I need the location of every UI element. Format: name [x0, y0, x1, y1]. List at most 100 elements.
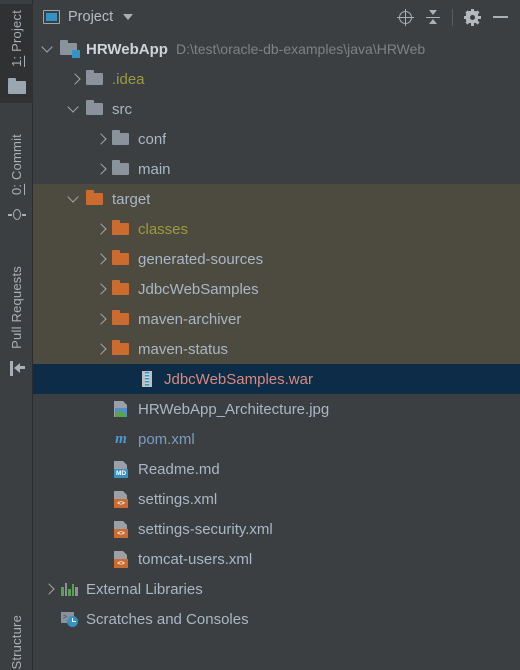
expand-toggle-right-icon[interactable]	[91, 214, 111, 244]
expand-toggle-right-icon[interactable]	[91, 154, 111, 184]
tree-row-label: settings-security.xml	[138, 520, 273, 538]
tree-row[interactable]: m pom.xml	[33, 424, 520, 454]
tree-row[interactable]: <> tomcat-users.xml	[33, 544, 520, 574]
minus-icon	[492, 16, 508, 18]
folder-orange-icon	[111, 219, 131, 239]
expand-toggle-right-icon[interactable]	[39, 574, 59, 604]
stripe-tab-commit[interactable]: 0: Commit	[0, 128, 33, 231]
expand-toggle-down-icon[interactable]	[39, 34, 59, 64]
expand-toggle-right-icon[interactable]	[91, 124, 111, 154]
stripe-tab-pull-requests-label: Pull Requests	[9, 266, 24, 349]
folder-orange-icon	[85, 189, 105, 209]
stripe-tab-commit-label: 0: Commit	[9, 134, 24, 196]
expand-toggle-right-icon[interactable]	[91, 334, 111, 364]
tree-row[interactable]: External Libraries	[33, 574, 520, 604]
image-file-icon	[111, 399, 131, 419]
expand-toggle-right-icon[interactable]	[65, 64, 85, 94]
tree-row-label: generated-sources	[138, 250, 264, 268]
markdown-file-icon: MD	[111, 459, 131, 479]
hide-button[interactable]	[486, 3, 514, 31]
tree-row-label: maven-archiver	[138, 310, 242, 328]
options-button[interactable]	[458, 3, 486, 31]
tree-row-label: classes	[138, 220, 189, 238]
select-opened-file-button[interactable]	[391, 3, 419, 31]
tree-row[interactable]: maven-status	[33, 334, 520, 364]
tree-row-label: HRWebApp	[86, 40, 168, 58]
chevron-down-icon[interactable]	[123, 14, 134, 20]
folder-gray-icon	[85, 99, 105, 119]
stripe-tab-structure[interactable]: Structure	[0, 609, 33, 670]
collapse-all-button[interactable]	[419, 3, 447, 31]
toolbar-separator	[452, 8, 453, 26]
maven-file-icon: m	[115, 431, 127, 447]
stripe-tab-pull-requests[interactable]: Pull Requests	[0, 260, 33, 385]
tree-row-label: pom.xml	[138, 430, 195, 448]
tree-row-label: main	[138, 160, 171, 178]
project-panel: Project HRWebApp D:\test\oracle-db-examp…	[33, 0, 520, 670]
tree-row[interactable]: <> settings.xml	[33, 484, 520, 514]
panel-header: Project	[33, 0, 520, 34]
tree-row[interactable]: target	[33, 184, 520, 214]
locate-crosshair-icon	[396, 8, 414, 26]
folder-orange-icon	[111, 279, 131, 299]
tree-row-label: target	[112, 190, 151, 208]
war-archive-icon	[137, 369, 157, 389]
tree-row[interactable]: main	[33, 154, 520, 184]
tree-row-label: JdbcWebSamples	[138, 280, 259, 298]
tree-row-label: maven-status	[138, 340, 229, 358]
tree-row[interactable]: JdbcWebSamples.war	[33, 364, 520, 394]
tree-row-label: .idea	[112, 70, 145, 88]
project-tree: HRWebApp D:\test\oracle-db-examples\java\…	[33, 34, 520, 634]
tree-row[interactable]: JdbcWebSamples	[33, 274, 520, 304]
module-folder-icon	[59, 39, 80, 59]
xml-file-icon: <>	[111, 519, 131, 539]
folder-gray-icon	[111, 159, 131, 179]
folder-orange-icon	[111, 249, 131, 269]
expand-toggle-right-icon[interactable]	[91, 274, 111, 304]
xml-file-icon: <>	[111, 549, 131, 569]
tree-row[interactable]: maven-archiver	[33, 304, 520, 334]
scratches-icon	[59, 609, 79, 629]
tree-row[interactable]: src	[33, 94, 520, 124]
tree-row[interactable]: conf	[33, 124, 520, 154]
tree-row[interactable]: Scratches and Consoles	[33, 604, 520, 634]
project-path-label: D:\test\oracle-db-examples\java\HRWeb	[175, 41, 426, 57]
expand-toggle-right-icon[interactable]	[91, 304, 111, 334]
tree-row[interactable]: classes	[33, 214, 520, 244]
tree-row[interactable]: HRWebApp_Architecture.jpg	[33, 394, 520, 424]
panel-title: Project	[68, 9, 114, 25]
tree-row[interactable]: generated-sources	[33, 244, 520, 274]
expand-toggle-down-icon[interactable]	[65, 94, 85, 124]
project-tool-window: 1: Project 0: Commit Pull Requests Struc…	[0, 0, 520, 670]
tool-window-stripe: 1: Project 0: Commit Pull Requests Struc…	[0, 0, 33, 670]
gear-icon	[463, 8, 481, 26]
folder-icon	[6, 75, 28, 97]
tree-row[interactable]: <> settings-security.xml	[33, 514, 520, 544]
tree-row-label: HRWebApp_Architecture.jpg	[138, 400, 330, 418]
folder-gray-icon	[85, 69, 105, 89]
stripe-tab-project-label: 1: Project	[9, 10, 24, 67]
project-view-icon	[43, 10, 60, 24]
tree-row-label: tomcat-users.xml	[138, 550, 253, 568]
collapse-all-icon	[425, 9, 441, 25]
tree-row[interactable]: HRWebApp D:\test\oracle-db-examples\java\…	[33, 34, 520, 64]
folder-orange-icon	[111, 339, 131, 359]
tree-row[interactable]: MD Readme.md	[33, 454, 520, 484]
pull-request-icon	[6, 357, 28, 379]
expand-toggle-right-icon[interactable]	[91, 244, 111, 274]
stripe-tab-project[interactable]: 1: Project	[0, 4, 33, 103]
expand-toggle-down-icon[interactable]	[65, 184, 85, 214]
tree-row-label: Scratches and Consoles	[86, 610, 249, 628]
tree-row[interactable]: .idea	[33, 64, 520, 94]
folder-orange-icon	[111, 309, 131, 329]
tree-row-label: Readme.md	[138, 460, 220, 478]
tree-row-label: src	[112, 100, 132, 118]
xml-file-icon: <>	[111, 489, 131, 509]
